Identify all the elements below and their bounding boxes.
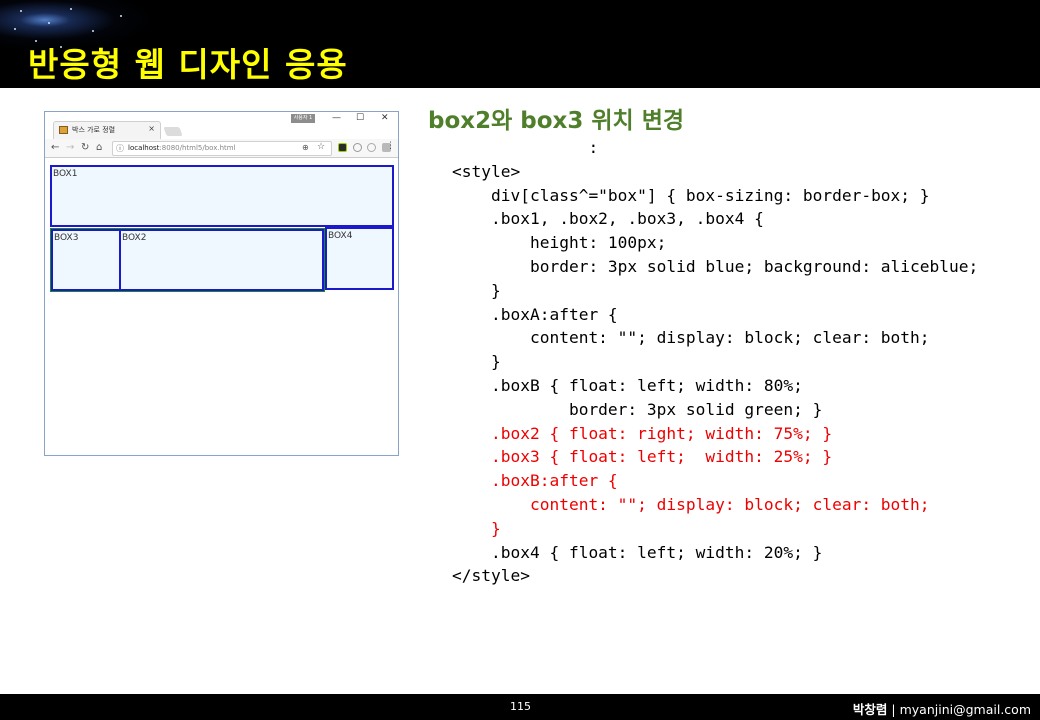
address-url: localhost:8080/html5/box.html — [128, 144, 236, 152]
author-name: 박창렴 — [852, 702, 888, 717]
code-line: .boxB:after { — [452, 471, 618, 491]
maximize-icon[interactable]: ☐ — [356, 113, 364, 123]
code-line: .box1, .box2, .box3, .box4 { — [452, 209, 764, 229]
box1: BOX1 — [50, 165, 394, 227]
footer-separator: | — [887, 702, 900, 717]
code-line: height: 100px; — [452, 233, 667, 253]
user-profile-badge[interactable]: 사용자 1 — [291, 114, 315, 123]
code-line: } — [452, 518, 501, 538]
code-line: content: ""; display: block; clear: both… — [452, 328, 930, 348]
code-line: .box2 { float: right; width: 75%; } — [452, 423, 833, 443]
code-line: .boxB { float: left; width: 80%; — [452, 375, 803, 395]
home-icon[interactable]: ⌂ — [96, 142, 102, 153]
tab-close-icon[interactable]: × — [148, 124, 155, 133]
page-info-icon[interactable]: ⓘ — [116, 143, 124, 154]
forward-icon[interactable]: → — [66, 142, 74, 153]
back-icon[interactable]: ← — [51, 142, 59, 153]
page-number: 115 — [510, 700, 531, 713]
browser-titlebar: 박스 가로 정렬 × 사용자 1 — ☐ ✕ — [45, 112, 398, 139]
address-bar[interactable]: ⓘ localhost:8080/html5/box.html ⊕ ☆ — [112, 141, 332, 156]
new-tab-button[interactable] — [163, 127, 183, 136]
url-host: localhost — [128, 144, 160, 152]
code-line: border: 3px solid green; } — [452, 399, 823, 419]
code-line: div[class^="box"] { box-sizing: border-b… — [452, 185, 930, 205]
author-email: myanjini@gmail.com — [899, 702, 1031, 717]
minimize-icon[interactable]: — — [332, 113, 341, 123]
code-line: .box3 { float: left; width: 25%; } — [452, 447, 833, 467]
tab-title: 박스 가로 정렬 — [72, 126, 116, 134]
page-favicon-icon — [59, 126, 68, 134]
extension-icon[interactable] — [367, 143, 376, 152]
browser-menu-icon[interactable]: ⋮ — [386, 141, 395, 151]
browser-screenshot: 박스 가로 정렬 × 사용자 1 — ☐ ✕ ← → ↻ ⌂ ⓘ localho… — [44, 111, 399, 456]
extension-icon[interactable] — [338, 143, 347, 152]
zoom-icon[interactable]: ⊕ — [302, 143, 309, 152]
code-line: .box4 { float: left; width: 20%; } — [452, 542, 823, 562]
box4-label: BOX4 — [328, 231, 353, 241]
box3-label: BOX3 — [54, 233, 79, 243]
code-line: </style> — [452, 566, 530, 586]
code-line: } — [452, 280, 501, 300]
slide-header: 반응형 웹 디자인 응용 — [0, 0, 1040, 88]
code-line: <style> — [452, 161, 521, 181]
code-line: border: 3px solid blue; background: alic… — [452, 256, 979, 276]
code-line: : — [452, 138, 599, 157]
box2-label: BOX2 — [122, 233, 147, 243]
reload-icon[interactable]: ↻ — [81, 142, 89, 153]
browser-toolbar: ← → ↻ ⌂ ⓘ localhost:8080/html5/box.html … — [45, 139, 398, 158]
box4: BOX4 — [325, 227, 394, 290]
box3: BOX3 — [51, 229, 121, 291]
slide-footer: 115 박창렴 | myanjini@gmail.com — [0, 694, 1040, 720]
box2: BOX2 — [119, 229, 324, 291]
window-close-icon[interactable]: ✕ — [381, 113, 389, 123]
box1-label: BOX1 — [53, 169, 78, 179]
browser-tab[interactable]: 박스 가로 정렬 × — [53, 121, 161, 139]
extension-icon[interactable] — [353, 143, 362, 152]
section-title: box2와 box3 위치 변경 — [428, 108, 685, 134]
url-path: :8080/html5/box.html — [159, 144, 236, 152]
footer-author: 박창렴 | myanjini@gmail.com — [853, 699, 1031, 718]
slide-title: 반응형 웹 디자인 응용 — [28, 45, 348, 84]
bookmark-star-icon[interactable]: ☆ — [317, 142, 325, 152]
browser-viewport: BOX1 BOX3 BOX2 BOX4 — [45, 159, 398, 455]
css-code-block: : <style> div[class^="box"] { box-sizing:… — [452, 136, 978, 588]
code-line: } — [452, 352, 501, 372]
code-line: .boxA:after { — [452, 304, 618, 324]
code-line: content: ""; display: block; clear: both… — [452, 494, 930, 514]
